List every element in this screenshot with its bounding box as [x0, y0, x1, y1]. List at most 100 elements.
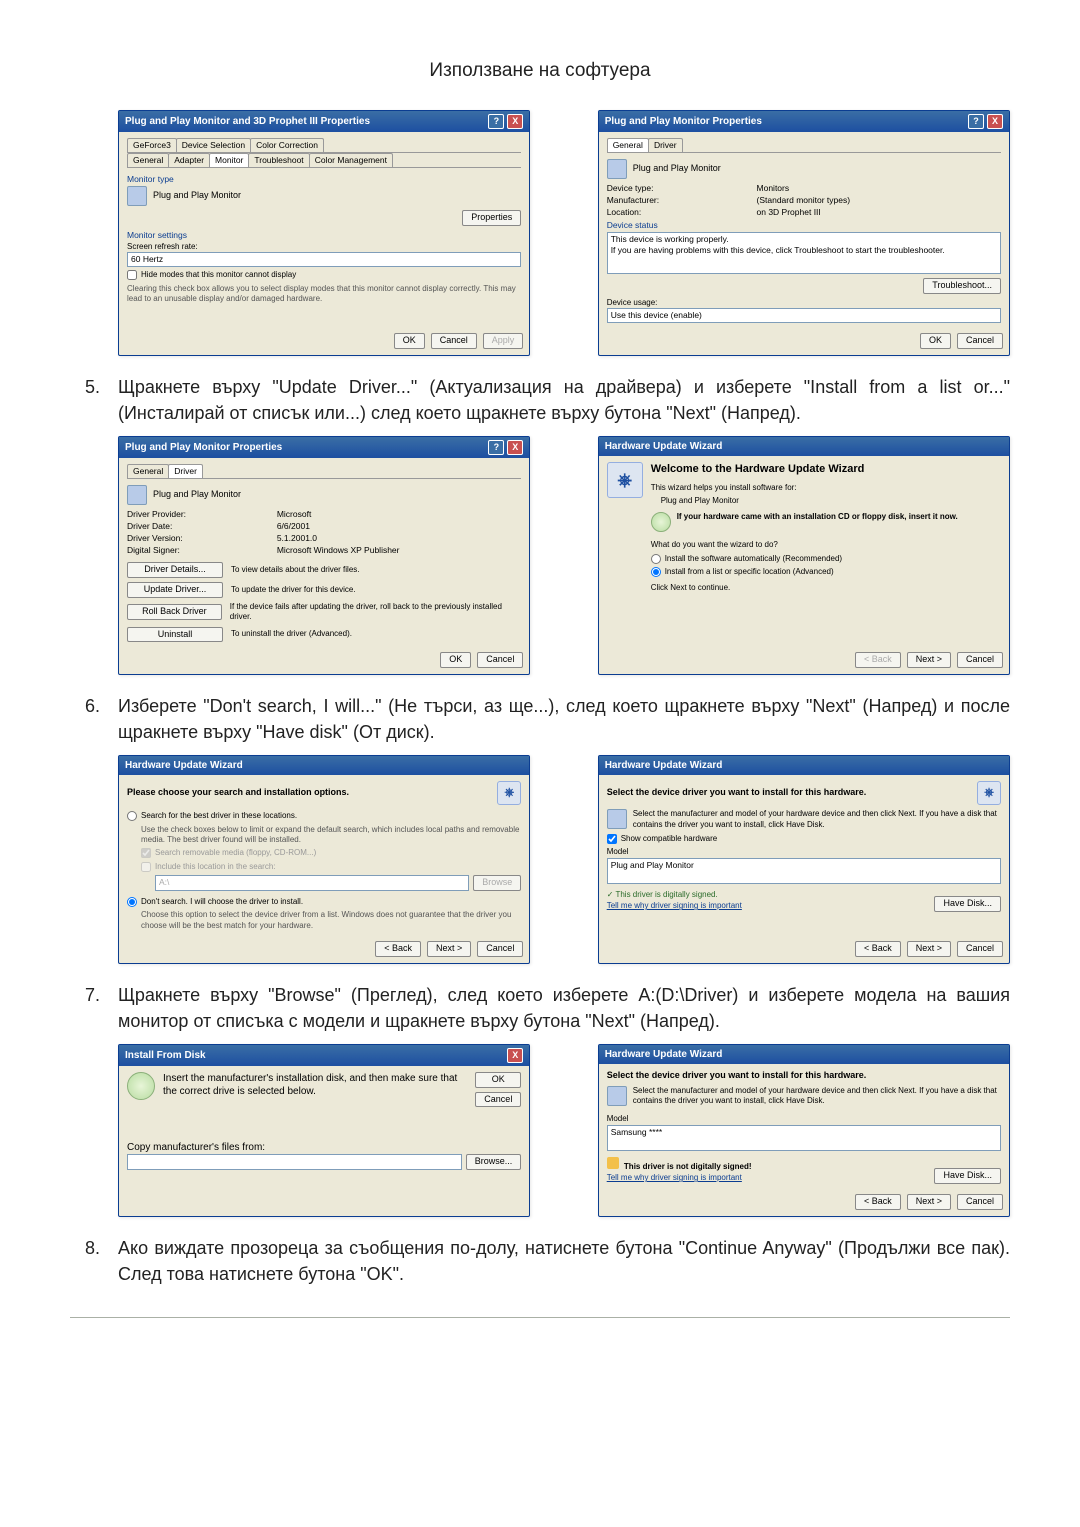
radio-list-label: Install from a list or specific location… — [665, 567, 1001, 577]
grp-monitor-type: Monitor type — [127, 174, 521, 185]
driver-details-desc: To view details about the driver files. — [231, 565, 360, 575]
step-text: Щракнете върху "Update Driver..." (Актуа… — [118, 374, 1010, 426]
chk-compat[interactable] — [607, 834, 617, 844]
disk-icon — [127, 1072, 155, 1100]
status-ok: This device is working properly. — [611, 234, 997, 245]
next-button[interactable]: Next > — [427, 941, 471, 957]
have-disk-button[interactable]: Have Disk... — [934, 1168, 1001, 1184]
tab-device-sel[interactable]: Device Selection — [176, 138, 251, 152]
cd-icon — [651, 512, 671, 532]
apply-button[interactable]: Apply — [483, 333, 524, 349]
why-link[interactable]: Tell me why driver signing is important — [607, 901, 742, 910]
monitor-type-value: Plug and Play Monitor — [153, 190, 241, 202]
footer-divider — [70, 1317, 1010, 1318]
wizard-head: Select the device driver you want to ins… — [607, 787, 867, 799]
cancel-button[interactable]: Cancel — [957, 1194, 1003, 1210]
cancel-button[interactable]: Cancel — [477, 652, 523, 668]
next-button[interactable]: Next > — [907, 652, 951, 668]
driver-details-button[interactable]: Driver Details... — [127, 562, 223, 578]
wizard-head: Select the device driver you want to ins… — [607, 1070, 1001, 1082]
chk-compat-label: Show compatible hardware — [621, 834, 1001, 844]
cancel-button[interactable]: Cancel — [475, 1092, 521, 1108]
usage-select[interactable]: Use this device (enable) — [607, 308, 1001, 323]
radio-dont-search[interactable] — [127, 897, 137, 907]
next-button[interactable]: Next > — [907, 941, 951, 957]
troubleshoot-button[interactable]: Troubleshoot... — [923, 278, 1001, 294]
radio-auto[interactable] — [651, 554, 661, 564]
model-list[interactable]: Samsung **** — [607, 1125, 1001, 1151]
search-desc: Use the check boxes below to limit or ex… — [141, 825, 521, 846]
wizard-helps: This wizard helps you install software f… — [651, 483, 1001, 493]
val-devtype: Monitors — [757, 183, 1001, 194]
cancel-button[interactable]: Cancel — [957, 941, 1003, 957]
tab-driver[interactable]: Driver — [648, 138, 683, 152]
install-from-disk-dialog: Install From Disk X Insert the manufactu… — [118, 1044, 530, 1217]
radio-list[interactable] — [651, 567, 661, 577]
hide-modes-checkbox[interactable] — [127, 270, 137, 280]
dlg-title: Plug and Play Monitor and 3D Prophet III… — [125, 115, 370, 128]
update-driver-button[interactable]: Update Driver... — [127, 582, 223, 598]
have-disk-button[interactable]: Have Disk... — [934, 896, 1001, 912]
lbl-date: Driver Date: — [127, 521, 277, 532]
help-icon[interactable]: ? — [488, 440, 504, 455]
why-link[interactable]: Tell me why driver signing is important — [607, 1173, 742, 1182]
cancel-button[interactable]: Cancel — [957, 652, 1003, 668]
tab-driver[interactable]: Driver — [168, 464, 203, 478]
ok-button[interactable]: OK — [440, 652, 471, 668]
back-button[interactable]: < Back — [375, 941, 421, 957]
chk-include-label: Include this location in the search: — [155, 862, 521, 872]
val-sign: Microsoft Windows XP Publisher — [277, 545, 521, 556]
close-icon[interactable]: X — [987, 114, 1003, 129]
browse-button[interactable]: Browse... — [466, 1154, 522, 1170]
tab-general[interactable]: General — [127, 464, 169, 478]
status-box: This device is working properly. If you … — [607, 232, 1001, 274]
hw-wizard-welcome-dialog: Hardware Update Wizard ⎈ Welcome to the … — [598, 436, 1010, 675]
tab-monitor[interactable]: Monitor — [209, 153, 249, 167]
dlg-title: Hardware Update Wizard — [125, 759, 243, 772]
tab-general[interactable]: General — [607, 138, 649, 152]
radio-dont-label: Don't search. I will choose the driver t… — [141, 897, 521, 907]
refresh-label: Screen refresh rate: — [127, 242, 521, 252]
wizard-head: Please choose your search and installati… — [127, 787, 349, 799]
properties-button[interactable]: Properties — [462, 210, 521, 226]
next-button[interactable]: Next > — [907, 1194, 951, 1210]
close-icon[interactable]: X — [507, 1048, 523, 1063]
cancel-button[interactable]: Cancel — [957, 333, 1003, 349]
ok-button[interactable]: OK — [920, 333, 951, 349]
radio-search[interactable] — [127, 811, 137, 821]
model-list[interactable]: Plug and Play Monitor — [607, 858, 1001, 884]
cancel-button[interactable]: Cancel — [431, 333, 477, 349]
tab-geforce[interactable]: GeForce3 — [127, 138, 177, 152]
page-title: Използване на софтуера — [70, 60, 1010, 82]
radio-search-label: Search for the best driver in these loca… — [141, 811, 521, 821]
tab-adapter[interactable]: Adapter — [168, 153, 210, 167]
back-button[interactable]: < Back — [855, 941, 901, 957]
model-item[interactable]: Plug and Play Monitor — [611, 860, 694, 870]
wizard-icon: ⎈ — [607, 462, 643, 498]
ok-button[interactable]: OK — [475, 1072, 521, 1088]
refresh-select[interactable]: 60 Hertz — [127, 252, 521, 267]
uninstall-button[interactable]: Uninstall — [127, 627, 223, 643]
lbl-manu: Manufacturer: — [607, 195, 757, 206]
tab-trouble[interactable]: Troubleshoot — [248, 153, 309, 167]
dlg-title: Hardware Update Wizard — [605, 1048, 723, 1061]
chk-include — [141, 862, 151, 872]
model-item[interactable]: Samsung **** — [611, 1127, 663, 1137]
tab-colormgmt[interactable]: Color Management — [309, 153, 393, 167]
tab-color-corr[interactable]: Color Correction — [250, 138, 324, 152]
ok-button[interactable]: OK — [394, 333, 425, 349]
help-icon[interactable]: ? — [968, 114, 984, 129]
val-ver: 5.1.2001.0 — [277, 533, 521, 544]
copy-from-field[interactable] — [127, 1154, 462, 1170]
val-date: 6/6/2001 — [277, 521, 521, 532]
cancel-button[interactable]: Cancel — [477, 941, 523, 957]
step-number: 5. — [70, 374, 100, 426]
tab-general[interactable]: General — [127, 153, 169, 167]
close-icon[interactable]: X — [507, 114, 523, 129]
rollback-button[interactable]: Roll Back Driver — [127, 604, 222, 620]
back-button[interactable]: < Back — [855, 1194, 901, 1210]
back-button[interactable]: < Back — [855, 652, 901, 668]
help-icon[interactable]: ? — [488, 114, 504, 129]
hw-wizard-select-dialog: Hardware Update Wizard Select the device… — [598, 755, 1010, 964]
close-icon[interactable]: X — [507, 440, 523, 455]
